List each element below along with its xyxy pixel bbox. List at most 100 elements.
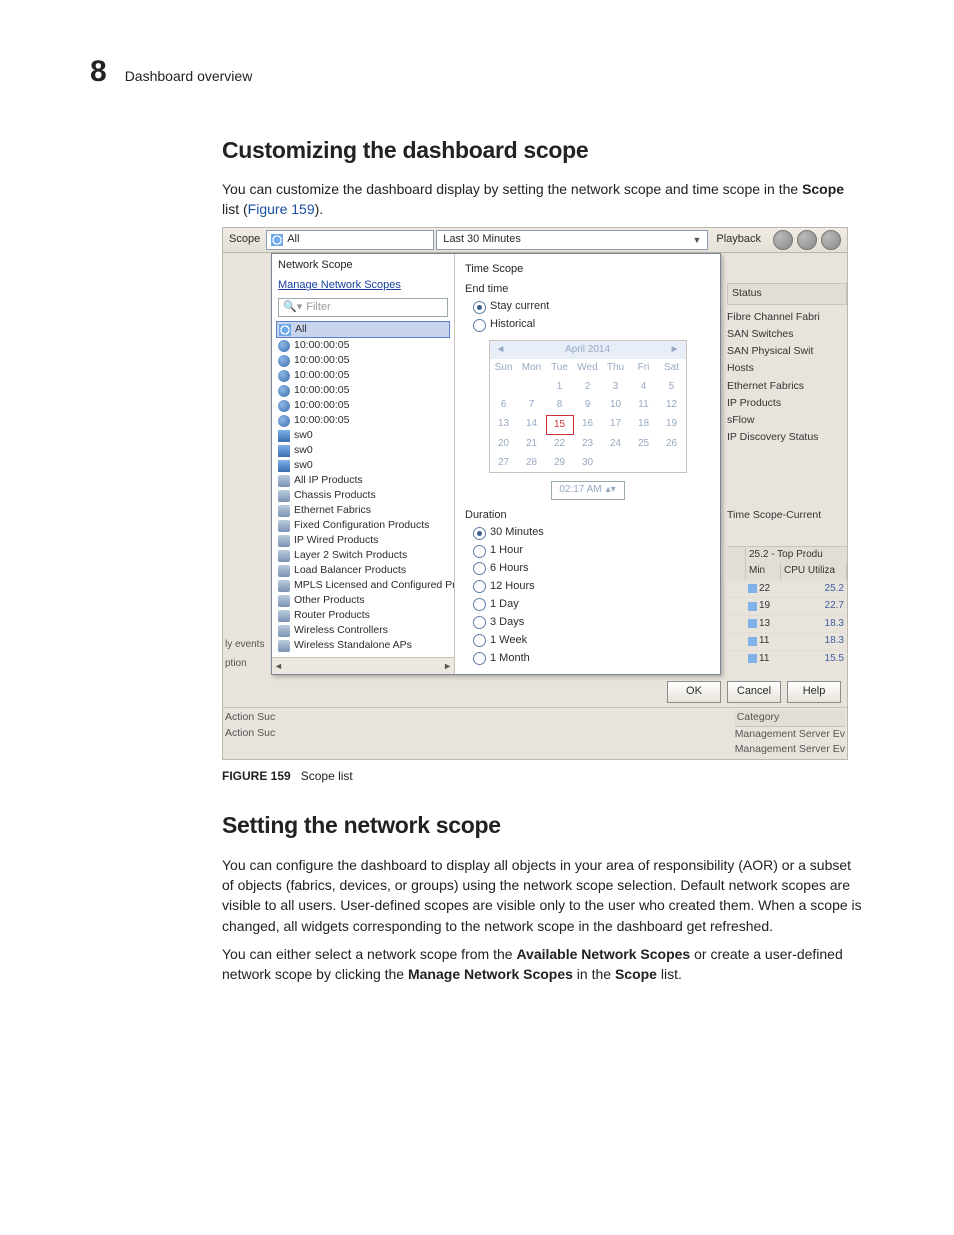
- filter-input[interactable]: 🔍▾ Filter: [278, 298, 448, 317]
- calendar-day[interactable]: 8: [546, 396, 574, 415]
- calendar-day[interactable]: 20: [490, 435, 518, 454]
- radio-duration-option[interactable]: 1 Hour: [465, 542, 710, 560]
- calendar-day[interactable]: 19: [658, 415, 686, 436]
- calendar-prev-icon[interactable]: ◄: [496, 343, 506, 358]
- tree-item[interactable]: Fixed Configuration Products: [276, 518, 450, 533]
- calendar-day[interactable]: 12: [658, 396, 686, 415]
- calendar-day[interactable]: 2: [574, 378, 602, 397]
- switch-icon: [278, 445, 290, 457]
- calendar-day: [658, 454, 686, 473]
- arrow-right-icon[interactable]: ►: [443, 660, 452, 673]
- calendar-day[interactable]: 25: [630, 435, 658, 454]
- category-icon: [278, 610, 290, 622]
- calendar-day[interactable]: 27: [490, 454, 518, 473]
- ok-button[interactable]: OK: [667, 681, 721, 703]
- radio-duration-option[interactable]: 1 Month: [465, 650, 710, 668]
- help-button[interactable]: Help: [787, 681, 841, 703]
- radio-icon: [473, 319, 486, 332]
- calendar-day[interactable]: 10: [602, 396, 630, 415]
- table-row: 1118.3: [727, 632, 847, 650]
- calendar[interactable]: ◄ April 2014 ► SunMonTueWedThuFriSat1234…: [489, 340, 687, 473]
- tree-item[interactable]: sw0: [276, 428, 450, 443]
- calendar-day[interactable]: 1: [546, 378, 574, 397]
- radio-historical[interactable]: Historical: [465, 316, 710, 334]
- playback-play-button[interactable]: [797, 230, 817, 250]
- time-scope-title: Time Scope: [465, 258, 710, 280]
- tree-item[interactable]: 10:00:00:05: [276, 353, 450, 368]
- duration-label: Duration: [465, 504, 710, 524]
- switch-icon: [278, 460, 290, 472]
- endtime-label: End time: [465, 280, 710, 298]
- tree-item[interactable]: 10:00:00:05: [276, 383, 450, 398]
- calendar-day[interactable]: 29: [546, 454, 574, 473]
- top-bar: Scope All Last 30 Minutes ▼ Playback: [223, 228, 847, 253]
- tree-item[interactable]: 10:00:00:05: [276, 338, 450, 353]
- cancel-button[interactable]: Cancel: [727, 681, 781, 703]
- category-icon: [278, 640, 290, 652]
- tree-item[interactable]: Layer 2 Switch Products: [276, 548, 450, 563]
- playback-rewind-button[interactable]: [773, 230, 793, 250]
- figure-link[interactable]: Figure 159: [248, 201, 315, 217]
- calendar-day[interactable]: 28: [518, 454, 546, 473]
- tree-item[interactable]: IP Wired Products: [276, 533, 450, 548]
- time-spinner[interactable]: 02:17 AM▴▾: [551, 481, 625, 500]
- tree-item[interactable]: 10:00:00:05: [276, 368, 450, 383]
- calendar-day[interactable]: 24: [602, 435, 630, 454]
- calendar-day[interactable]: 23: [574, 435, 602, 454]
- calendar-day[interactable]: 4: [630, 378, 658, 397]
- top-products-table: 25.2 - Top Produ Min CPU Utiliza 2225.21…: [727, 546, 847, 668]
- tree-item[interactable]: 10:00:00:05: [276, 413, 450, 428]
- radio-icon: [473, 616, 486, 629]
- calendar-day[interactable]: 18: [630, 415, 658, 436]
- calendar-day[interactable]: 30: [574, 454, 602, 473]
- radio-duration-option[interactable]: 1 Week: [465, 632, 710, 650]
- radio-icon: [473, 545, 486, 558]
- calendar-day[interactable]: 9: [574, 396, 602, 415]
- radio-stay-current[interactable]: Stay current: [465, 298, 710, 316]
- category-icon: [278, 580, 290, 592]
- calendar-day[interactable]: 22: [546, 435, 574, 454]
- radio-duration-option[interactable]: 12 Hours: [465, 578, 710, 596]
- manage-network-scopes-link[interactable]: Manage Network Scopes: [272, 276, 454, 296]
- status-list: Fibre Channel Fabri SAN Switches SAN Phy…: [727, 309, 847, 447]
- tree-item[interactable]: MPLS Licensed and Configured Pro: [276, 578, 450, 593]
- calendar-day[interactable]: 6: [490, 396, 518, 415]
- calendar-day[interactable]: 13: [490, 415, 518, 436]
- tree-item[interactable]: Chassis Products: [276, 488, 450, 503]
- calendar-day[interactable]: 17: [602, 415, 630, 436]
- calendar-day[interactable]: 7: [518, 396, 546, 415]
- heading-customizing: Customizing the dashboard scope: [222, 134, 864, 167]
- arrow-left-icon[interactable]: ◄: [274, 660, 283, 673]
- playback-forward-button[interactable]: [821, 230, 841, 250]
- tree-item[interactable]: Router Products: [276, 608, 450, 623]
- calendar-day[interactable]: 26: [658, 435, 686, 454]
- network-scope-tree[interactable]: All 10:00:00:05 10:00:00:05 10:00:00:05 …: [272, 319, 454, 657]
- calendar-day[interactable]: 15: [546, 415, 574, 436]
- tree-item[interactable]: Other Products: [276, 593, 450, 608]
- tree-item-all[interactable]: All: [276, 321, 450, 338]
- tree-item[interactable]: Wireless Controllers: [276, 623, 450, 638]
- calendar-day[interactable]: 21: [518, 435, 546, 454]
- tree-item[interactable]: Ethernet Fabrics: [276, 503, 450, 518]
- tree-item[interactable]: Load Balancer Products: [276, 563, 450, 578]
- radio-duration-option[interactable]: 3 Days: [465, 614, 710, 632]
- scope-dropdown[interactable]: All: [266, 230, 434, 250]
- calendar-day[interactable]: 14: [518, 415, 546, 436]
- switch-icon: [278, 430, 290, 442]
- calendar-day[interactable]: 3: [602, 378, 630, 397]
- calendar-day[interactable]: 5: [658, 378, 686, 397]
- radio-duration-option[interactable]: 30 Minutes: [465, 524, 710, 542]
- horizontal-scrollbar[interactable]: ◄ ►: [272, 657, 454, 674]
- time-dropdown[interactable]: Last 30 Minutes ▼: [436, 230, 708, 250]
- tree-item[interactable]: sw0: [276, 443, 450, 458]
- calendar-day[interactable]: 16: [574, 415, 602, 436]
- radio-duration-option[interactable]: 6 Hours: [465, 560, 710, 578]
- calendar-day[interactable]: 11: [630, 396, 658, 415]
- tree-item[interactable]: 10:00:00:05: [276, 398, 450, 413]
- tree-item[interactable]: sw0: [276, 458, 450, 473]
- tree-item[interactable]: All IP Products: [276, 473, 450, 488]
- radio-duration-option[interactable]: 1 Day: [465, 596, 710, 614]
- calendar-next-icon[interactable]: ►: [670, 343, 680, 358]
- tree-item[interactable]: Wireless Standalone APs: [276, 638, 450, 653]
- figure-caption: FIGURE 159 Scope list: [222, 768, 864, 785]
